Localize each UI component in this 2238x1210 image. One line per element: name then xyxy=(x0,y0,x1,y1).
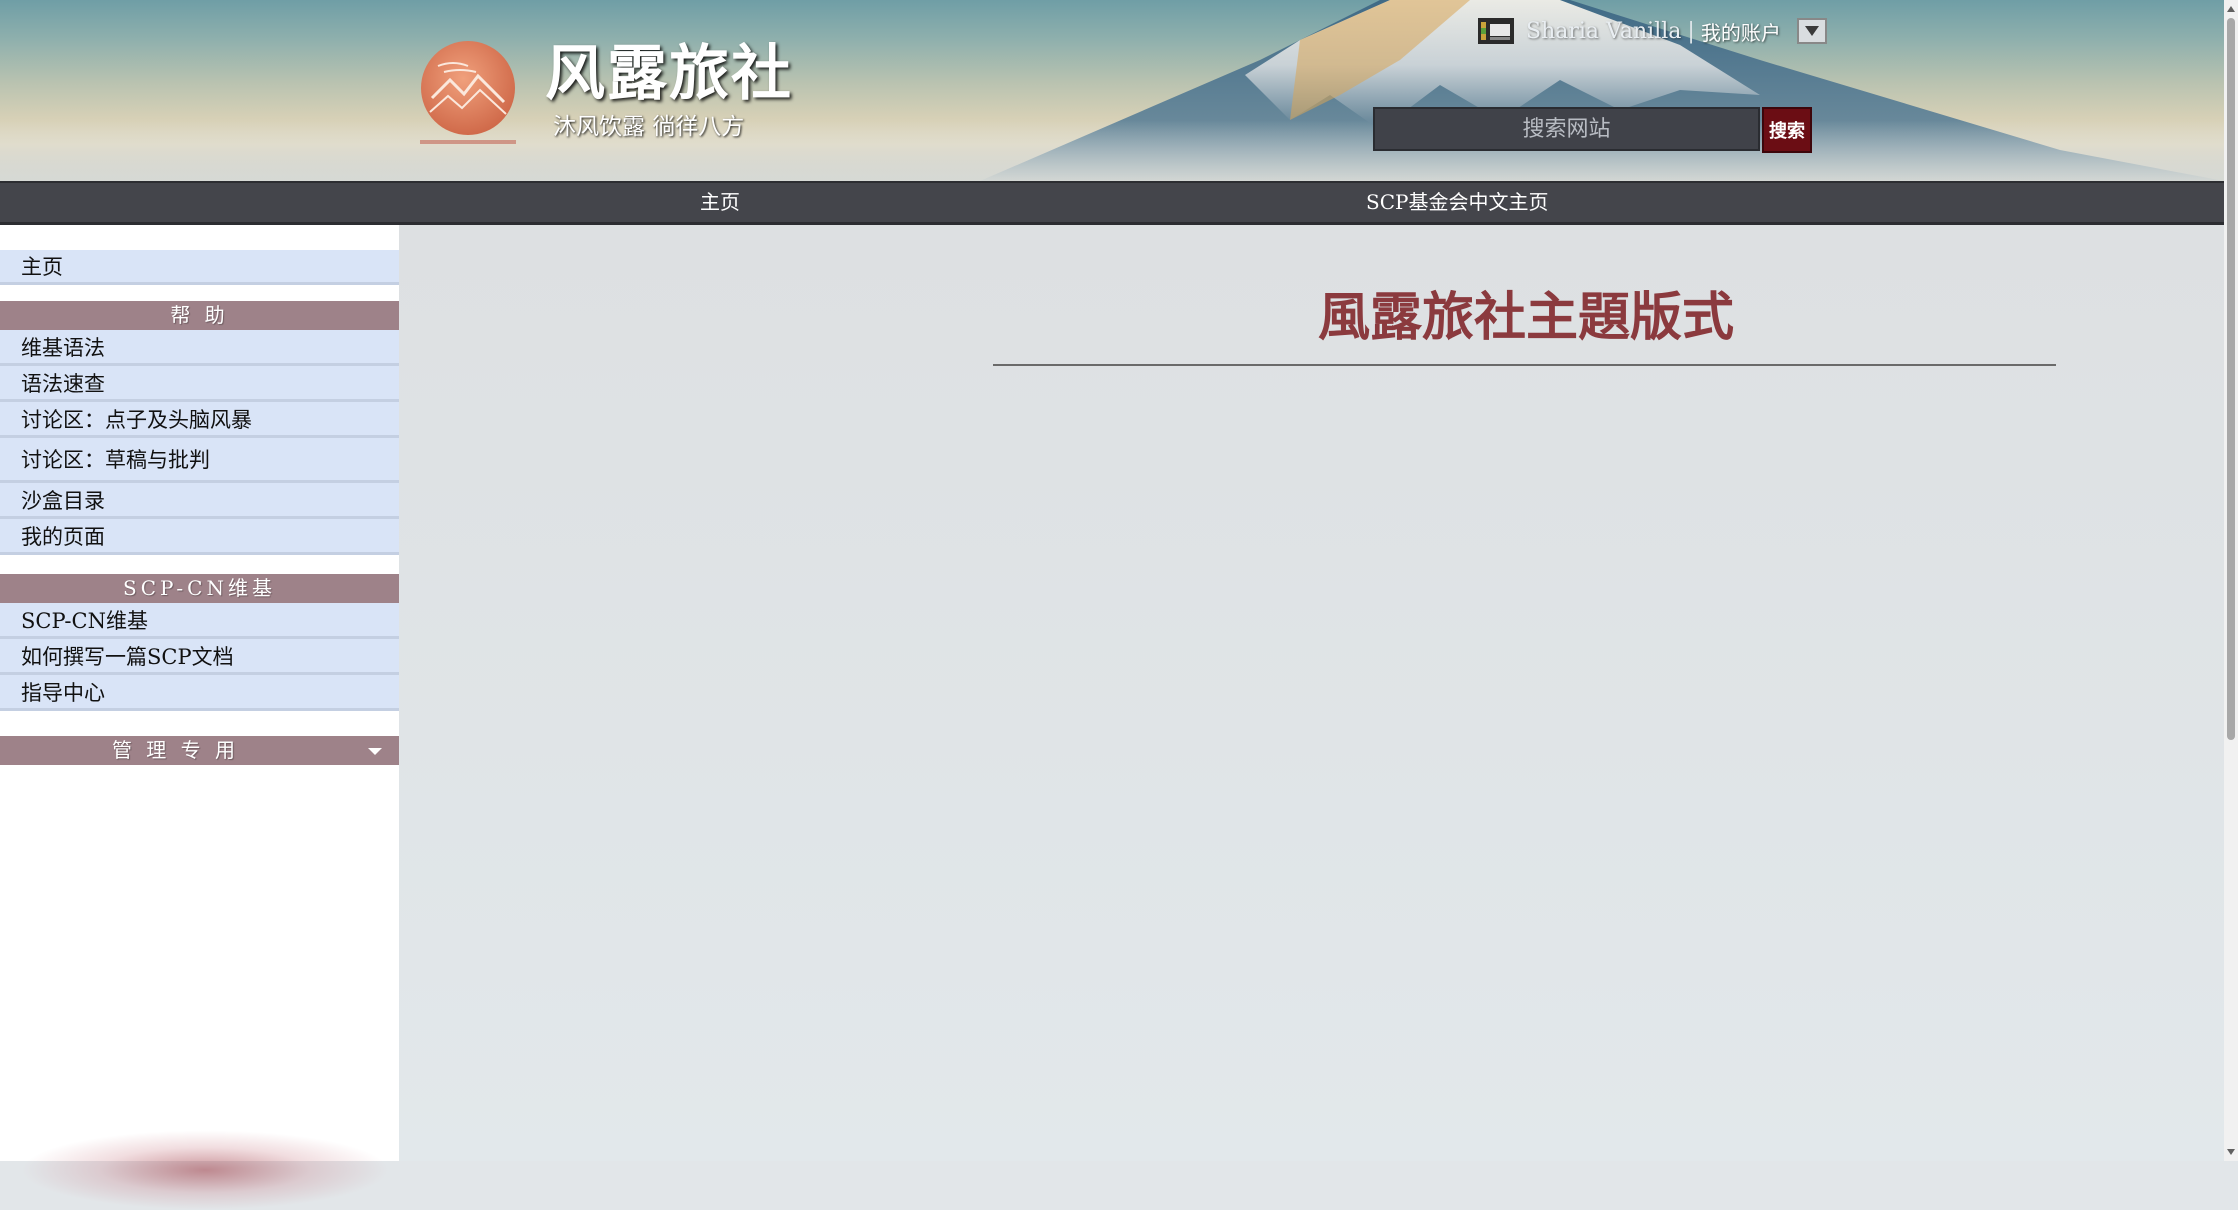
triangle-down-icon xyxy=(1804,26,1819,36)
scrollbar-thumb[interactable] xyxy=(2227,18,2235,740)
top-nav-home-link[interactable]: 主页 xyxy=(700,183,740,222)
account-username[interactable]: Sharia Vanilla xyxy=(1526,19,1681,44)
main-content: 風露旅社主題版式 xyxy=(399,225,2224,1161)
sidebar-item-guide-center[interactable]: 指导中心 xyxy=(0,675,399,711)
sidebar-item-forum-ideas[interactable]: 讨论区：点子及头脑风暴 xyxy=(0,402,399,438)
sidebar-item-my-pages[interactable]: 我的页面 xyxy=(0,519,399,555)
account-area: Sharia Vanilla | 我的账户 xyxy=(1478,14,1827,48)
sidebar-item-how-to-write[interactable]: 如何撰写一篇SCP文档 xyxy=(0,639,399,675)
site-header: 风露旅社 沐风饮露 徜徉八方 Sharia Vanilla | 我的账户 搜索 xyxy=(0,0,2224,181)
caret-down-icon xyxy=(368,748,382,755)
page-title: 風露旅社主題版式 xyxy=(1317,288,1734,348)
site-subtitle: 沐风饮露 徜徉八方 xyxy=(553,114,745,140)
account-separator: | xyxy=(1687,18,1695,44)
sidebar-item-sandbox[interactable]: 沙盒目录 xyxy=(0,483,399,519)
sidebar-item-syntax-quickref[interactable]: 语法速查 xyxy=(0,366,399,402)
sidebar-heading-admin[interactable]: 管 理 专 用 xyxy=(0,736,399,765)
site-logo-icon[interactable] xyxy=(418,40,518,150)
search-button[interactable]: 搜索 xyxy=(1762,107,1812,153)
scroll-down-icon[interactable] xyxy=(2224,1145,2238,1159)
sidebar-item-wiki-syntax[interactable]: 维基语法 xyxy=(0,330,399,366)
top-nav: 主页 SCP基金会中文主页 xyxy=(0,181,2224,225)
account-dropdown-button[interactable] xyxy=(1796,18,1827,44)
my-account-link[interactable]: 我的账户 xyxy=(1701,17,1781,46)
sidebar-item-scp-cn-wiki[interactable]: SCP-CN维基 xyxy=(0,603,399,639)
search-input[interactable] xyxy=(1373,107,1760,151)
sidebar-item-home[interactable]: 主页 xyxy=(0,250,399,285)
page-scrollbar[interactable] xyxy=(2224,0,2238,1161)
sidebar-heading-scp-cn: SCP-CN维基 xyxy=(0,574,399,603)
scroll-up-icon[interactable] xyxy=(2224,2,2238,16)
top-nav-scp-cn-link[interactable]: SCP基金会中文主页 xyxy=(1366,183,1548,222)
mountain-background xyxy=(0,0,2224,181)
site-title[interactable]: 风露旅社 xyxy=(545,44,793,104)
sidebar-decoration xyxy=(20,1130,390,1210)
admin-heading-label: 管 理 专 用 xyxy=(111,738,240,762)
sidebar-heading-help: 帮 助 xyxy=(0,301,399,330)
sidebar-item-forum-drafts[interactable]: 讨论区：草稿与批判 xyxy=(0,438,399,483)
user-avatar-icon[interactable] xyxy=(1478,18,1514,44)
title-divider xyxy=(993,364,2056,366)
side-bar: 主页 帮 助 维基语法 语法速查 讨论区：点子及头脑风暴 讨论区：草稿与批判 沙… xyxy=(0,225,399,1161)
